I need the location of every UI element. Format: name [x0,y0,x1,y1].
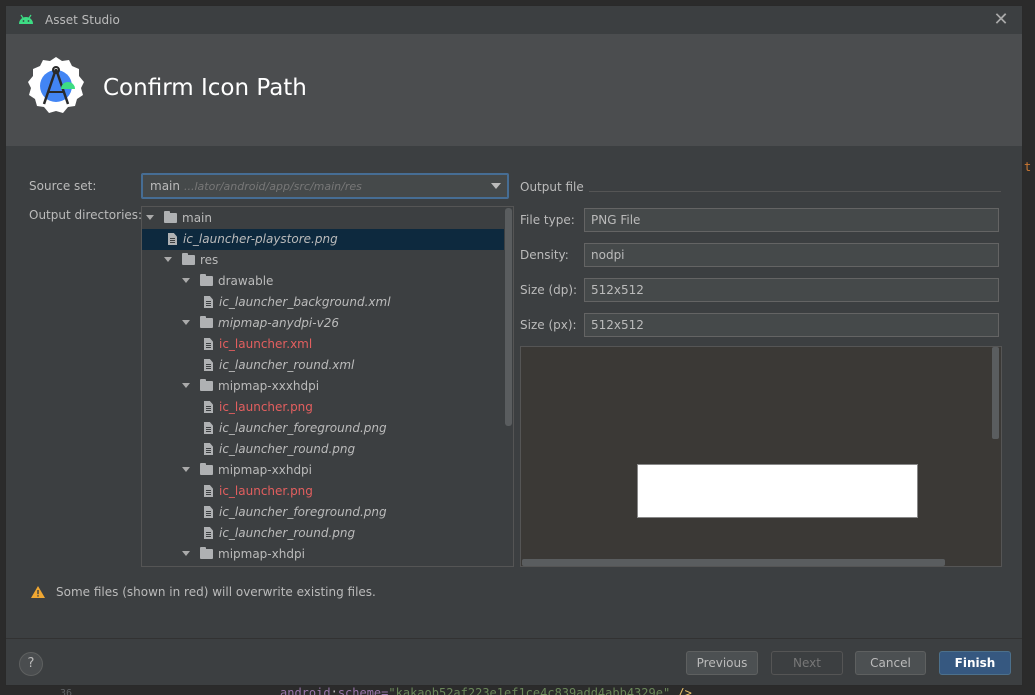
tree-file-row[interactable]: ic_launcher_background.xml [142,292,504,313]
chevron-down-icon [491,183,501,189]
android-icon [19,14,33,24]
tree-folder-row[interactable]: mipmap-xxhdpi [142,460,504,481]
output-directories-label: Output directories: [29,208,143,222]
tree-file-row[interactable]: ic_launcher_round.png [142,523,504,544]
tree-item-label: res [200,253,219,267]
help-button[interactable]: ? [19,652,43,676]
previous-button[interactable]: Previous [686,651,758,675]
folder-icon [200,547,213,559]
size-px-field[interactable]: 512x512 [584,313,999,337]
folder-icon [164,211,177,223]
file-icon [204,527,213,539]
tree-item-label: main [182,211,212,225]
file-icon [204,338,213,350]
source-set-value: main [150,179,180,193]
tree-folder-row[interactable]: mipmap-anydpi-v26 [142,313,504,334]
tree-folder-row[interactable]: main [142,208,504,229]
file-icon [204,296,213,308]
tree-item-label: drawable [218,274,274,288]
tree-item-label: mipmap-anydpi-v26 [218,316,339,330]
tree-file-row[interactable]: ic_launcher-playstore.png [142,229,504,250]
tree-item-label: ic_launcher_foreground.png [219,505,387,519]
tree-item-label: ic_launcher.png [219,400,313,414]
tree-item-label: ic_launcher_round.png [219,526,356,540]
next-button[interactable]: Next [771,651,843,675]
asset-studio-dialog: Asset Studio ✕ Confirm Icon Path Source … [5,5,1023,686]
tree-item-label: ic_launcher-playstore.png [183,232,338,246]
close-icon[interactable]: ✕ [992,11,1010,29]
tree-folder-row[interactable]: res [142,250,504,271]
tree-item-label: mipmap-xhdpi [218,547,305,561]
file-type-field[interactable]: PNG File [584,208,999,232]
source-set-dropdown[interactable]: main ...lator/android/app/src/main/res [141,173,509,199]
tree-item-label: ic_launcher_round.png [219,442,356,456]
footer-divider [6,638,1022,639]
preview-image [637,464,918,518]
tree-file-row[interactable]: ic_launcher_round.png [142,439,504,460]
cancel-button[interactable]: Cancel [855,651,926,675]
folder-icon [200,463,213,475]
editor-code-line: android:scheme="kakaob52af223e1ef1ce4c83… [280,686,692,695]
wizard-header: Confirm Icon Path [6,34,1022,146]
tree-item-label: ic_launcher_round.xml [219,358,355,372]
warning-text: Some files (shown in red) will overwrite… [56,585,376,599]
chevron-down-icon[interactable] [146,215,154,220]
file-icon [204,422,213,434]
size-dp-field[interactable]: 512x512 [584,278,999,302]
file-type-label: File type: [520,213,575,227]
tree-item-label: ic_launcher.png [219,484,313,498]
tree-file-row[interactable]: ic_launcher_foreground.png [142,418,504,439]
editor-code-fragment: t [1024,160,1032,174]
folder-icon [182,253,195,265]
preview-horizontal-scrollbar[interactable] [522,559,945,566]
file-icon [204,401,213,413]
tree-file-row[interactable]: ic_launcher_round.xml [142,355,504,376]
source-set-path: ...lator/android/app/src/main/res [183,180,362,193]
chevron-down-icon[interactable] [182,278,190,283]
tree-file-row[interactable]: ic_launcher.png [142,481,504,502]
page-title: Confirm Icon Path [103,75,307,101]
tree-folder-row[interactable]: mipmap-xhdpi [142,544,504,565]
finish-button[interactable]: Finish [939,651,1011,675]
tree-folder-row[interactable]: mipmap-xxxhdpi [142,376,504,397]
tree-item-label: ic_launcher_foreground.png [219,421,387,435]
folder-icon [200,379,213,391]
tree-file-row[interactable]: ic_launcher.xml [142,334,504,355]
tree-scrollbar[interactable] [505,208,512,426]
density-field[interactable]: nodpi [584,243,999,267]
title-bar: Asset Studio ✕ [6,6,1022,34]
chevron-down-icon[interactable] [182,467,190,472]
tree-file-row[interactable]: ic_launcher.png [142,397,504,418]
preview-vertical-scrollbar[interactable] [992,347,999,439]
file-icon [204,485,213,497]
icon-preview [520,346,1002,567]
android-studio-logo-icon [28,57,84,113]
chevron-down-icon[interactable] [182,383,190,388]
tree-item-label: ic_launcher_background.xml [219,295,391,309]
file-icon [168,233,177,245]
folder-icon [200,274,213,286]
size-px-label: Size (px): [520,318,577,332]
folder-icon [200,316,213,328]
file-icon [204,443,213,455]
size-dp-label: Size (dp): [520,283,578,297]
output-file-section-label: Output file [520,180,584,194]
window-title: Asset Studio [45,13,120,27]
tree-folder-row[interactable]: drawable [142,271,504,292]
tree-file-row[interactable]: ic_launcher_foreground.png [142,502,504,523]
chevron-down-icon[interactable] [182,551,190,556]
warning-icon [31,586,45,598]
tree-item-label: mipmap-xxxhdpi [218,379,320,393]
source-set-label: Source set: [29,179,97,193]
density-label: Density: [520,248,569,262]
editor-line-number: 36 [60,688,73,695]
tree-item-label: ic_launcher.xml [219,337,313,351]
file-icon [204,506,213,518]
chevron-down-icon[interactable] [182,320,190,325]
chevron-down-icon[interactable] [164,257,172,262]
section-divider [589,191,1001,192]
output-directories-tree[interactable]: main ic_launcher-playstore.pngres drawable… [141,206,514,567]
file-icon [204,359,213,371]
tree-item-label: mipmap-xxhdpi [218,463,313,477]
